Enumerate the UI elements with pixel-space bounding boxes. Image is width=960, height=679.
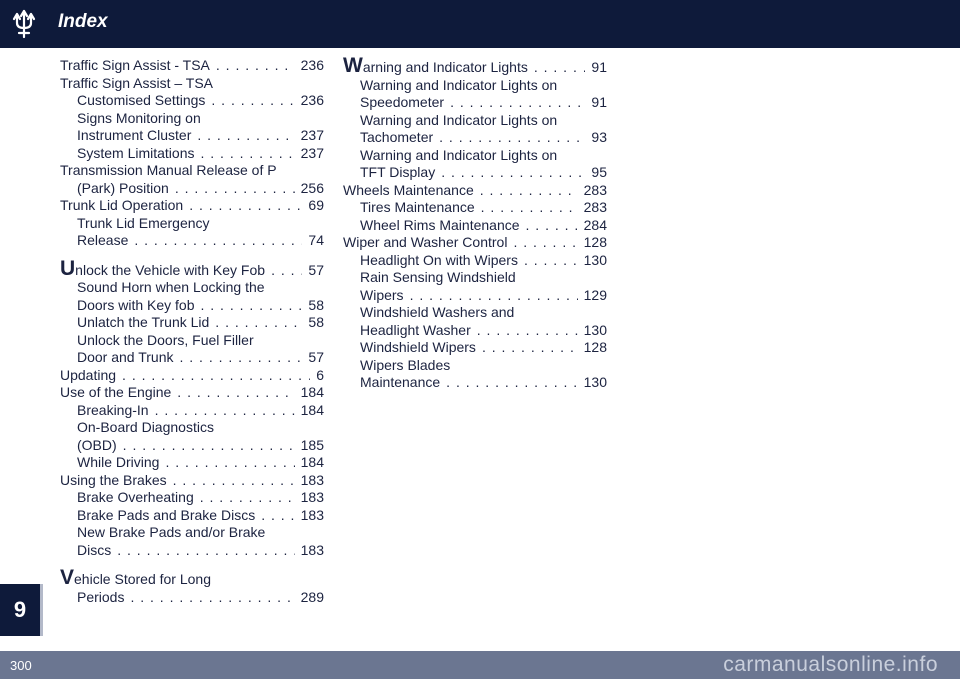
page-ref: 74 xyxy=(308,232,324,248)
index-entry-line: Transmission Manual Release of P xyxy=(60,162,277,178)
index-subentry[interactable]: Wheel Rims Maintenance . . . . . . . . .… xyxy=(343,217,607,235)
index-entry[interactable]: (Park) Position . . . . . . . . . . . . … xyxy=(60,180,324,198)
page-ref: 6 xyxy=(316,366,324,383)
index-subentry[interactable]: Breaking-In . . . . . . . . . . . . . . … xyxy=(60,402,324,420)
page-ref: 128 xyxy=(583,339,607,355)
index-subentry-line: New Brake Pads and/or Brake xyxy=(77,524,266,540)
page-ref: 58 xyxy=(308,296,324,313)
page-ref: 130 xyxy=(583,374,607,390)
index-subentry[interactable]: Release . . . . . . . . . . . . . . . . … xyxy=(60,232,324,250)
page-ref: 256 xyxy=(300,179,324,196)
index-subentry-line: Windshield Washers and xyxy=(360,304,515,320)
page-ref: 183 xyxy=(300,506,324,523)
index-subentry[interactable]: Doors with Key fob . . . . . . . . . . .… xyxy=(60,297,324,315)
index-subentry-line: Wipers Blades xyxy=(360,356,451,373)
index-subentry[interactable]: TFT Display . . . . . . . . . . . . . . … xyxy=(343,164,607,182)
index-subentry[interactable]: Customised Settings . . . . . . . . . . … xyxy=(60,92,324,110)
page-ref: 236 xyxy=(300,57,324,73)
page-ref: 283 xyxy=(583,199,607,215)
index-entry[interactable]: Traffic Sign Assist - TSA . . . . . . . … xyxy=(60,57,324,75)
page-ref: 57 xyxy=(308,261,324,278)
index-subentry[interactable]: Unlatch the Trunk Lid . . . . . . . . . … xyxy=(60,314,324,332)
index-entry[interactable]: Trunk Lid Operation . . . . . . . . . . … xyxy=(60,197,324,215)
index-entry[interactable]: Warning and Indicator Lights . . . . . .… xyxy=(343,54,607,77)
index-subentry[interactable]: (OBD) . . . . . . . . . . . . . . . . . … xyxy=(60,437,324,455)
index-entry[interactable]: Unlock the Vehicle with Key Fob . . . . … xyxy=(60,256,324,280)
trident-logo-icon xyxy=(12,9,36,39)
index-entry[interactable]: Updating . . . . . . . . . . . . . . . .… xyxy=(60,367,324,385)
index-entry[interactable]: Wiper and Washer Control . . . . . . . .… xyxy=(343,234,607,252)
page-ref: 91 xyxy=(591,59,607,75)
page-ref: 183 xyxy=(300,489,324,505)
page-ref: 236 xyxy=(300,92,324,108)
page-ref: 184 xyxy=(300,384,324,400)
index-subentry[interactable]: Door and Trunk . . . . . . . . . . . . .… xyxy=(60,349,324,367)
index-subentry[interactable]: Instrument Cluster . . . . . . . . . . .… xyxy=(60,127,324,145)
page-ref: 58 xyxy=(308,314,324,330)
index-subentry-line: Trunk Lid Emergency xyxy=(77,214,210,231)
section-letter: V xyxy=(60,566,75,589)
index-subentry[interactable]: Brake Overheating . . . . . . . . . . . … xyxy=(60,489,324,507)
section-letter: W xyxy=(343,54,363,77)
index-entry[interactable]: Wheels Maintenance . . . . . . . . . . .… xyxy=(343,182,607,200)
index-subentry-line: Rain Sensing Windshield xyxy=(360,269,516,285)
index-subentry-line: Warning and Indicator Lights on xyxy=(360,76,558,93)
chapter-tab: 9 xyxy=(0,584,40,636)
index-column-1: Traffic Sign Assist - TSA . . . . . . . … xyxy=(60,57,324,606)
page-title: Index xyxy=(58,11,108,32)
page-ref: 183 xyxy=(300,471,324,488)
index-entry-heading: Traffic Sign Assist – TSA xyxy=(60,74,214,91)
index-subentry[interactable]: Speedometer . . . . . . . . . . . . . . … xyxy=(343,94,607,112)
page-ref: 69 xyxy=(308,197,324,213)
index-subentry-line: Warning and Indicator Lights on xyxy=(360,111,558,128)
page-ref: 283 xyxy=(583,181,607,198)
index-column-2: Warning and Indicator Lights . . . . . .… xyxy=(343,54,607,392)
page-ref: 237 xyxy=(300,144,324,161)
page-number: 300 xyxy=(10,658,32,673)
index-subentry-line: Sound Horn when Locking the xyxy=(77,279,265,295)
watermark: carmanualsonline.info xyxy=(723,653,938,676)
page-ref: 183 xyxy=(300,541,324,558)
index-subentry[interactable]: System Limitations . . . . . . . . . . .… xyxy=(60,145,324,163)
page-ref: 91 xyxy=(591,94,607,110)
page-ref: 284 xyxy=(583,216,607,233)
page-ref: 129 xyxy=(583,286,607,303)
index-entry[interactable]: Using the Brakes . . . . . . . . . . . .… xyxy=(60,472,324,490)
header-bar: Index xyxy=(0,0,960,48)
page-ref: 57 xyxy=(308,349,324,365)
index-entry-line: Vehicle Stored for Long xyxy=(60,566,211,589)
index-subentry[interactable]: Tires Maintenance . . . . . . . . . . . … xyxy=(343,199,607,217)
index-subentry[interactable]: Windshield Wipers . . . . . . . . . . . … xyxy=(343,339,607,357)
page-ref: 184 xyxy=(300,401,324,418)
page-ref: 93 xyxy=(591,129,607,145)
section-letter: U xyxy=(60,256,76,280)
index-subentry[interactable]: While Driving . . . . . . . . . . . . . … xyxy=(60,454,324,472)
index-subentry[interactable]: Discs . . . . . . . . . . . . . . . . . … xyxy=(60,542,324,560)
page-ref: 128 xyxy=(583,234,607,250)
page-ref: 237 xyxy=(300,127,324,143)
index-subentry[interactable]: Maintenance . . . . . . . . . . . . . . … xyxy=(343,374,607,392)
index-entry[interactable]: Periods . . . . . . . . . . . . . . . . … xyxy=(60,589,324,607)
page-ref: 95 xyxy=(591,164,607,180)
page-ref: 130 xyxy=(583,251,607,268)
page-ref: 289 xyxy=(300,588,324,605)
footer-bar: 300 carmanualsonline.info xyxy=(0,651,960,679)
index-subentry-line: Signs Monitoring on xyxy=(77,109,201,126)
index-subentry[interactable]: Headlight On with Wipers . . . . . . . .… xyxy=(343,252,607,270)
index-subentry[interactable]: Headlight Washer . . . . . . . . . . . .… xyxy=(343,322,607,340)
index-subentry-line: Unlock the Doors, Fuel Filler xyxy=(77,331,254,348)
index-entry[interactable]: Use of the Engine . . . . . . . . . . . … xyxy=(60,384,324,402)
page-ref: 130 xyxy=(583,321,607,338)
page-ref: 185 xyxy=(300,436,324,453)
index-subentry-line: On-Board Diagnostics xyxy=(77,419,214,435)
index-subentry[interactable]: Tachometer . . . . . . . . . . . . . . .… xyxy=(343,129,607,147)
page-ref: 184 xyxy=(300,454,324,470)
index-subentry[interactable]: Wipers . . . . . . . . . . . . . . . . .… xyxy=(343,287,607,305)
index-subentry-line: Warning and Indicator Lights on xyxy=(360,146,558,163)
index-subentry[interactable]: Brake Pads and Brake Discs . . . . . . .… xyxy=(60,507,324,525)
